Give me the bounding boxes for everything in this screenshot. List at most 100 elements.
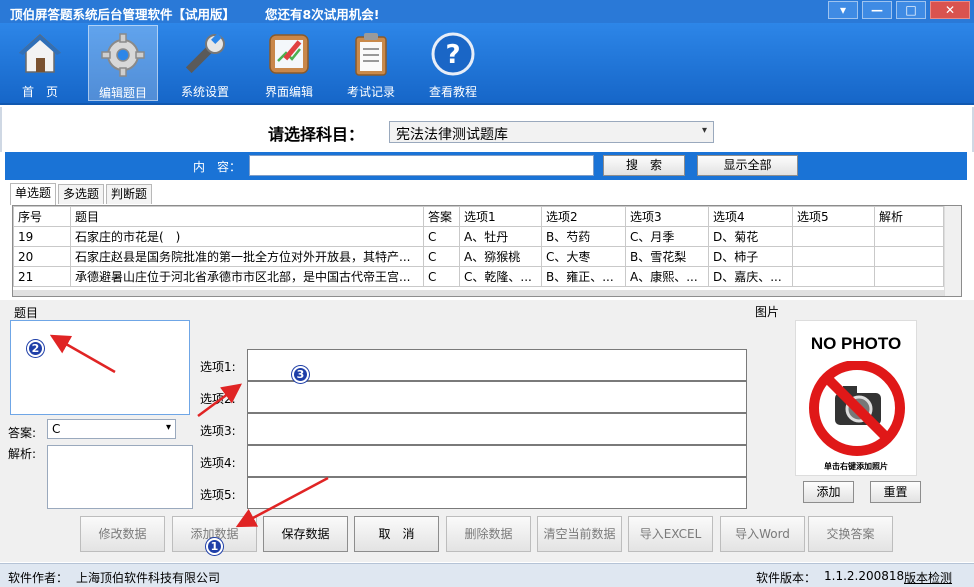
- cancel-button[interactable]: 取 消: [354, 516, 439, 552]
- table-cell[interactable]: [874, 266, 944, 287]
- table-cell[interactable]: [792, 226, 875, 247]
- trial-notice: 您还有8次试用机会!: [265, 7, 380, 22]
- search-button[interactable]: 搜 索: [603, 155, 685, 176]
- clipboard-icon: [355, 33, 387, 76]
- toolbar-exam-records-button[interactable]: 考试记录: [340, 25, 402, 101]
- table-cell[interactable]: C、月季: [625, 226, 709, 247]
- chevron-down-icon: ▾: [701, 125, 707, 136]
- table-cell[interactable]: [874, 226, 944, 247]
- edit-picture-icon: [269, 34, 309, 74]
- table-row[interactable]: 19 石家庄的市花是( ) C A、牡丹 B、芍药 C、月季 D、菊花: [13, 226, 944, 247]
- toolbar-tutorial-label: 查看教程: [428, 85, 477, 99]
- option-5-input[interactable]: [247, 477, 747, 509]
- delete-data-button[interactable]: 删除数据: [446, 516, 531, 552]
- toolbar-edit-questions-button[interactable]: 编辑题目: [88, 25, 158, 101]
- table-cell[interactable]: C、乾隆、...: [459, 266, 542, 287]
- table-cell[interactable]: 石家庄赵县是国务院批准的第一批全方位对外开放县，其特产...: [70, 246, 424, 267]
- import-excel-button[interactable]: 导入EXCEL: [628, 516, 713, 552]
- question-textarea[interactable]: [10, 320, 190, 415]
- question-grid: 序号 题目 答案 选项1 选项2 选项3 选项4 选项5 解析 19 石家庄的市…: [12, 205, 962, 297]
- table-cell[interactable]: D、嘉庆、...: [708, 266, 793, 287]
- tab-multiple-choice[interactable]: 多选题: [58, 184, 105, 204]
- answer-select[interactable]: C ▾: [47, 419, 176, 439]
- version-label: 软件版本：: [756, 571, 817, 585]
- reset-photo-button[interactable]: 重置: [870, 481, 921, 503]
- minimize-button[interactable]: —: [862, 1, 892, 19]
- table-cell[interactable]: 19: [13, 226, 71, 247]
- photo-frame[interactable]: NO PHOTO 单击右键添加照片: [795, 320, 917, 476]
- grid-header-cell: 选项4: [708, 206, 793, 227]
- grid-vertical-scrollbar[interactable]: [944, 206, 961, 296]
- search-input[interactable]: [249, 155, 594, 176]
- table-cell[interactable]: C: [423, 246, 460, 267]
- option-3-label: 选项3:: [200, 424, 236, 438]
- grid-header-cell: 选项1: [459, 206, 542, 227]
- home-icon: [19, 33, 61, 73]
- table-cell[interactable]: D、菊花: [708, 226, 793, 247]
- grid-horizontal-scrollbar[interactable]: [13, 290, 944, 296]
- chevron-down-icon: ▾: [165, 422, 171, 433]
- clear-current-data-button[interactable]: 清空当前数据: [537, 516, 622, 552]
- grid-header-cell: 答案: [423, 206, 460, 227]
- table-cell[interactable]: C: [423, 226, 460, 247]
- option-2-input[interactable]: [247, 381, 747, 413]
- subject-select[interactable]: 宪法法律测试题库 ▾: [389, 121, 714, 143]
- add-photo-button[interactable]: 添加: [803, 481, 854, 503]
- no-camera-icon: [809, 361, 905, 456]
- table-cell[interactable]: D、柿子: [708, 246, 793, 267]
- toolbar-ui-edit-button[interactable]: 界面编辑: [256, 25, 322, 101]
- question-label: 题目: [14, 306, 39, 320]
- save-data-button[interactable]: 保存数据: [263, 516, 348, 552]
- toolbar-settings-label: 系统设置: [180, 85, 229, 99]
- toolbar-exam-records-label: 考试记录: [346, 85, 395, 99]
- table-cell[interactable]: B、雪花梨: [625, 246, 709, 267]
- table-cell[interactable]: 21: [13, 266, 71, 287]
- table-cell[interactable]: C: [423, 266, 460, 287]
- table-cell[interactable]: 石家庄的市花是( ): [70, 226, 424, 247]
- close-button[interactable]: ✕: [930, 1, 970, 19]
- table-cell[interactable]: 承德避暑山庄位于河北省承德市市区北部，是中国古代帝王宫...: [70, 266, 424, 287]
- table-cell[interactable]: A、猕猴桃: [459, 246, 542, 267]
- maximize-button[interactable]: □: [896, 1, 926, 19]
- option-4-input[interactable]: [247, 445, 747, 477]
- table-cell[interactable]: A、牡丹: [459, 226, 542, 247]
- analysis-textarea[interactable]: [47, 445, 193, 509]
- search-label: 内 容：: [193, 160, 242, 174]
- dropdown-menu-button[interactable]: ▾: [828, 1, 858, 19]
- photo-label: 图片: [755, 305, 780, 319]
- toolbar-home-button[interactable]: 首 页: [10, 25, 70, 101]
- version-number: 1.1.2.200818: [824, 569, 905, 583]
- tab-single-choice[interactable]: 单选题: [10, 183, 57, 205]
- option-1-input[interactable]: [247, 349, 747, 381]
- table-cell[interactable]: B、芍药: [541, 226, 626, 247]
- table-cell[interactable]: [792, 266, 875, 287]
- subject-select-value: 宪法法律测试题库: [396, 127, 508, 143]
- option-4-label: 选项4:: [200, 456, 236, 470]
- annotation-badge-1: 1: [206, 538, 223, 555]
- option-3-input[interactable]: [247, 413, 747, 445]
- subject-label: 请选择科目：: [268, 125, 365, 144]
- grid-header-cell: 选项2: [541, 206, 626, 227]
- import-word-button[interactable]: 导入Word: [720, 516, 805, 552]
- table-cell[interactable]: C、大枣: [541, 246, 626, 267]
- table-cell[interactable]: 20: [13, 246, 71, 267]
- show-all-button[interactable]: 显示全部: [697, 155, 798, 176]
- toolbar-settings-button[interactable]: 系统设置: [172, 25, 238, 101]
- table-cell[interactable]: B、雍正、...: [541, 266, 626, 287]
- grid-header-cell: 解析: [874, 206, 944, 227]
- table-row[interactable]: 20 石家庄赵县是国务院批准的第一批全方位对外开放县，其特产... C A、猕猴…: [13, 246, 944, 267]
- help-icon: ?: [431, 32, 475, 76]
- swap-answers-button[interactable]: 交换答案: [808, 516, 893, 552]
- option-1-label: 选项1:: [200, 360, 236, 374]
- table-row[interactable]: 21 承德避暑山庄位于河北省承德市市区北部，是中国古代帝王宫... C C、乾隆…: [13, 266, 944, 287]
- answer-select-value: C: [52, 422, 61, 436]
- toolbar-tutorial-button[interactable]: ? 查看教程: [422, 25, 484, 101]
- tab-true-false[interactable]: 判断题: [106, 184, 153, 204]
- option-2-label: 选项2:: [200, 392, 236, 406]
- modify-data-button[interactable]: 修改数据: [80, 516, 165, 552]
- table-cell[interactable]: A、康熙、...: [625, 266, 709, 287]
- table-cell[interactable]: [874, 246, 944, 267]
- table-cell[interactable]: [792, 246, 875, 267]
- check-version-link[interactable]: 版本检测: [904, 569, 952, 586]
- svg-text:?: ?: [445, 40, 460, 70]
